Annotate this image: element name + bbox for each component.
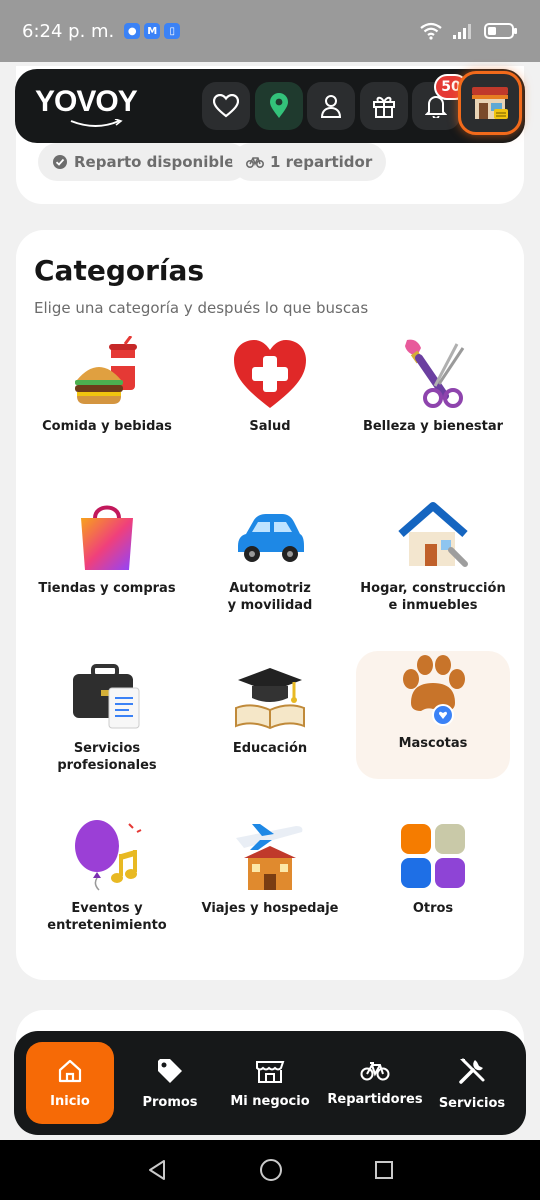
burger-drink-icon [75,336,137,404]
category-events[interactable]: Eventos y entretenimiento [22,818,192,934]
chat-icon: ● [124,23,141,39]
signal-icon [452,22,474,40]
categories-subtitle: Elige una categoría y después lo que bus… [34,299,369,317]
favorites-button[interactable] [202,82,250,130]
category-label: Eventos y entretenimiento [47,901,167,933]
category-label: Otros [412,901,454,916]
nav-label: Mi negocio [230,1093,310,1109]
nav-label: Inicio [50,1093,90,1109]
category-travel[interactable]: Viajes y hospedaje [185,818,355,917]
user-icon [320,95,342,118]
delivery-chip-label: Reparto disponible [74,153,235,171]
system-navigation-bar [0,1140,540,1200]
category-home[interactable]: Hogar, construcción e inmuebles [348,498,518,614]
check-circle-icon [53,155,67,169]
battery-icon [484,22,518,40]
category-beauty[interactable]: Belleza y bienestar [348,336,518,435]
brush-scissors-icon [405,339,465,408]
nav-label: Servicios [438,1095,506,1111]
category-label: Salud [249,419,291,434]
riders-chip-label: 1 repartidor [270,153,373,171]
storefront-icon [256,1060,285,1083]
tools-icon [459,1058,485,1084]
mail-icon: M [144,23,161,39]
category-label: Tiendas y compras [38,581,176,596]
brand-smile-icon [70,119,123,127]
store-avatar-button[interactable] [458,71,522,135]
storefront-avatar-icon [472,87,508,119]
app-header: YOVOY 50 [15,69,525,143]
riders-count-chip: 1 repartidor [232,143,387,181]
category-automotive[interactable]: Automotriz y movilidad [185,498,355,614]
back-icon[interactable] [146,1159,168,1181]
location-button[interactable] [255,82,303,130]
phone-icon: ▯ [164,23,181,39]
wifi-icon [420,22,442,40]
house-icon [398,502,468,567]
profile-button[interactable] [307,82,355,130]
nav-riders[interactable]: Repartidores [322,1042,428,1124]
paw-icon [403,655,465,726]
nav-my-business[interactable]: Mi negocio [222,1042,318,1124]
gift-icon [373,96,395,118]
status-time: 6:24 p. m. [22,20,115,42]
nav-home[interactable]: Inicio [26,1042,114,1124]
nav-label: Promos [142,1094,198,1110]
grid-blocks-icon [401,824,465,888]
balloon-music-icon [75,820,142,891]
shopping-bag-icon [81,505,133,570]
category-label: Viajes y hospedaje [201,901,339,916]
home-icon [58,1059,82,1082]
category-label: Servicios profesionales [57,741,157,773]
category-education[interactable]: Educación [185,658,355,757]
category-label: Hogar, construcción e inmuebles [360,581,506,613]
bicycle-icon [246,157,264,168]
briefcase-icon [73,664,140,729]
graduation-book-icon [235,668,305,730]
location-pin-icon [270,93,288,118]
car-icon [238,514,304,562]
nav-promos[interactable]: Promos [122,1042,218,1124]
category-professional-services[interactable]: Servicios profesionales [22,658,192,774]
nav-label: Repartidores [327,1091,423,1107]
plane-hotel-icon [236,824,303,890]
notification-icons: ● M ▯ [124,23,181,39]
category-pets[interactable]: Mascotas [356,651,510,779]
category-label: Belleza y bienestar [362,419,504,434]
category-health[interactable]: Salud [185,336,355,435]
categories-title: Categorías [34,254,205,287]
brand-logo[interactable]: YOVOY [35,85,138,119]
tag-icon [158,1058,182,1083]
category-label: Automotriz y movilidad [227,581,313,613]
bottom-navigation: Inicio Promos Mi negocio Repartidores Se… [14,1031,526,1135]
category-label: Mascotas [398,736,468,751]
home-circle-icon[interactable] [259,1158,283,1182]
gifts-button[interactable] [360,82,408,130]
category-label: Comida y bebidas [42,419,172,434]
heart-icon [213,94,239,118]
bicycle-icon [360,1061,390,1080]
category-food-drinks[interactable]: Comida y bebidas [22,336,192,435]
delivery-available-chip: Reparto disponible [38,143,249,181]
category-shopping[interactable]: Tiendas y compras [22,498,192,597]
category-label: Educación [232,741,308,756]
recents-icon[interactable] [374,1160,394,1180]
category-others[interactable]: Otros [348,818,518,917]
status-bar: 6:24 p. m. ● M ▯ [0,0,540,62]
heart-cross-icon [234,340,306,408]
nav-services[interactable]: Servicios [424,1042,520,1124]
